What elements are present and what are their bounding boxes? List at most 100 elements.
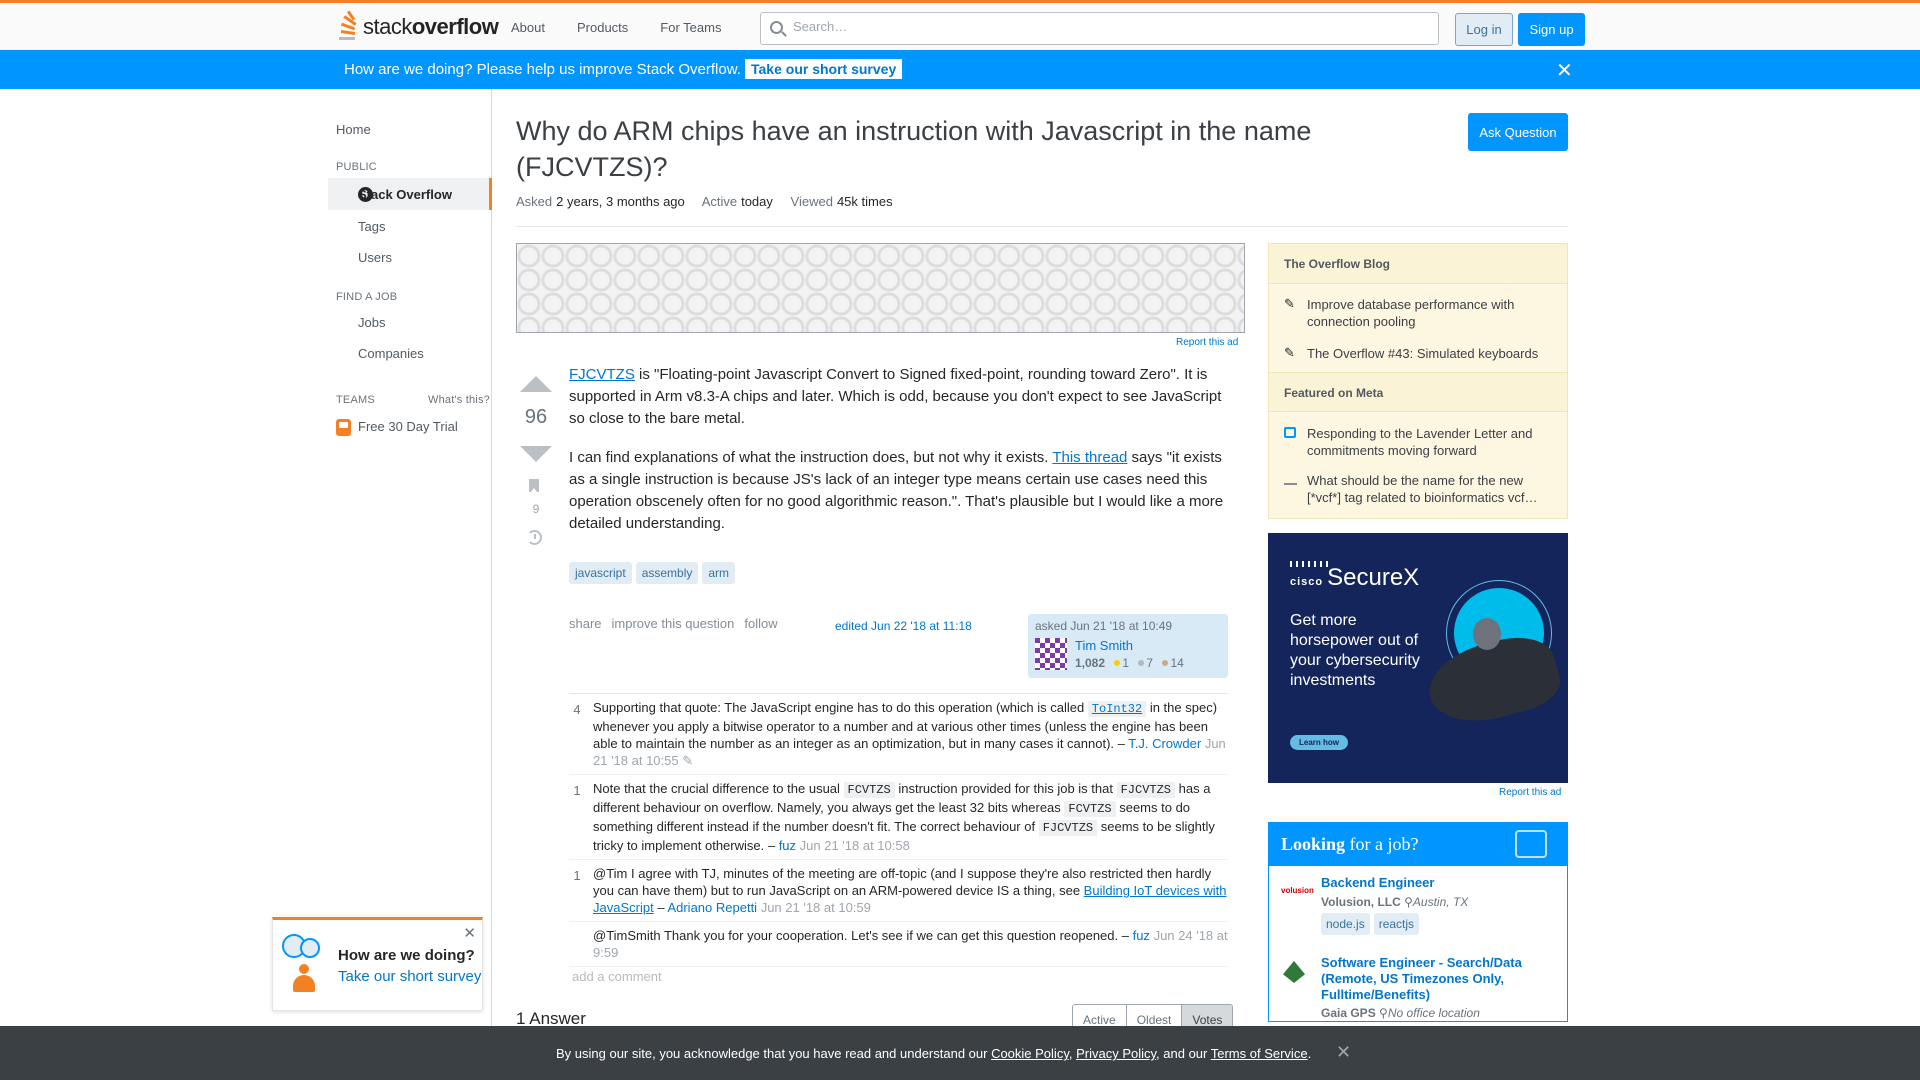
comment-user[interactable]: Adriano Repetti [667, 900, 757, 915]
login-button[interactable]: Log in [1455, 13, 1513, 46]
toint32-link[interactable]: ToInt32 [1087, 701, 1147, 717]
whats-this-link[interactable]: What's this? [428, 394, 490, 406]
sidebar-item-users[interactable]: Users [358, 250, 392, 265]
post-menu: share improve this question follow [569, 616, 788, 631]
owner-reputation: 1,082 1 7 14 [1075, 656, 1184, 670]
upvote-arrow-icon[interactable] [520, 376, 552, 392]
learn-how-button[interactable]: Learn how [1290, 735, 1349, 750]
search-input[interactable] [793, 19, 1413, 34]
blog-item[interactable]: The Overflow #43: Simulated keyboards [1307, 345, 1547, 362]
person-icon [293, 964, 315, 992]
blog-heading: The Overflow Blog [1269, 244, 1567, 284]
location-pin-icon: ⚲ [1379, 1006, 1388, 1020]
tag-javascript[interactable]: javascript [569, 562, 632, 584]
stack-logo-icon [335, 10, 361, 43]
search-box[interactable] [760, 12, 1439, 45]
edited-link[interactable]: edited Jun 22 '18 at 11:18 [835, 619, 972, 633]
feedback-card: ✕ How are we doing? Take our short surve… [272, 917, 483, 1011]
cisco-copy: Get more horsepower out of your cybersec… [1290, 612, 1420, 689]
survey-banner-link[interactable]: Take our short survey [745, 59, 903, 79]
cisco-ad[interactable]: cisco SecureX Get more horsepower out of … [1268, 533, 1568, 783]
overflow-blog-widget: The Overflow Blog ✎ Improve database per… [1268, 243, 1568, 519]
meta-item[interactable]: What should be the name for the new [*vc… [1307, 472, 1547, 506]
close-icon[interactable]: ✕ [1556, 58, 1573, 83]
follow-link[interactable]: follow [744, 616, 777, 631]
blog-item[interactable]: Improve database performance with connec… [1307, 296, 1547, 330]
question-title[interactable]: Why do ARM chips have an instruction wit… [516, 113, 1336, 185]
gold-badge-icon [1114, 660, 1121, 666]
report-ad-link[interactable]: Report this ad [1176, 337, 1238, 348]
terms-link[interactable]: Terms of Service [1211, 1046, 1308, 1061]
avatar[interactable] [1035, 638, 1067, 670]
meta-heading: Featured on Meta [1269, 372, 1567, 412]
chat-icon [1284, 427, 1296, 438]
bronze-badge-icon [1162, 660, 1169, 666]
logo-text: stackoverflow [363, 14, 499, 39]
ask-question-button[interactable]: Ask Question [1468, 113, 1568, 151]
job-company: Volusion, LLC ⚲Austin, TX [1321, 895, 1469, 909]
history-icon[interactable] [527, 530, 542, 545]
feedback-survey-link[interactable]: Take our short survey [338, 968, 481, 985]
nav-products[interactable]: Products [564, 12, 641, 43]
comment-user[interactable]: fuz [779, 838, 796, 853]
share-link[interactable]: share [569, 616, 602, 631]
company-logo: volusion [1281, 886, 1314, 895]
tag-assembly[interactable]: assembly [635, 562, 699, 584]
ad-banner[interactable] [516, 243, 1245, 333]
rider-image [1473, 618, 1501, 650]
privacy-policy-link[interactable]: Privacy Policy [1076, 1046, 1156, 1061]
owner-name[interactable]: Tim Smith [1075, 638, 1133, 653]
viewed-label: Viewed [790, 194, 833, 209]
sidebar-item-home[interactable]: Home [336, 122, 371, 137]
job-title[interactable]: Software Engineer - Search/Data (Remote,… [1321, 955, 1556, 1003]
pencil-icon: ✎ [1284, 345, 1295, 360]
improve-question-link[interactable]: improve this question [612, 616, 735, 631]
comment-user[interactable]: fuz [1133, 928, 1150, 943]
pencil-icon: ✎ [682, 753, 694, 768]
downvote-arrow-icon[interactable] [520, 446, 552, 462]
report-ad-link[interactable]: Report this ad [1499, 787, 1561, 798]
signup-button[interactable]: Sign up [1518, 13, 1585, 46]
nav-about[interactable]: About [498, 12, 558, 43]
tag-arm[interactable]: arm [702, 562, 736, 584]
location-pin-icon: ⚲ [1404, 895, 1413, 909]
comment-date[interactable]: Jun 21 '18 at 10:59 [761, 900, 871, 915]
sidebar-item-companies[interactable]: Companies [358, 346, 424, 361]
nav-for-teams[interactable]: For Teams [647, 12, 734, 43]
sidebar-item-free-trial[interactable]: Free 30 Day Trial [358, 419, 458, 434]
fjcvtzs-link[interactable]: FJCVTZS [569, 366, 635, 383]
thread-link[interactable]: This thread [1052, 449, 1127, 466]
meta-item[interactable]: Responding to the Lavender Letter and co… [1307, 425, 1547, 459]
question-paragraph-1: FJCVTZS is "Floating-point Javascript Co… [569, 366, 1222, 427]
stackoverflow-logo[interactable]: stackoverflow [335, 10, 499, 43]
question-meta: Asked 2 years, 3 months ago Active today V… [516, 194, 907, 209]
cookie-policy-link[interactable]: Cookie Policy [991, 1046, 1069, 1061]
comment: 1 Note that the crucial difference to th… [569, 775, 1228, 860]
feedback-question: How are we doing? [338, 947, 475, 964]
sidebar-item-stack-overflow[interactable]: Stack Overflow [328, 178, 492, 210]
close-icon[interactable]: ✕ [463, 924, 476, 942]
sidebar-item-jobs[interactable]: Jobs [358, 315, 385, 330]
active-value[interactable]: today [741, 194, 773, 209]
comment-user[interactable]: T.J. Crowder [1128, 736, 1201, 751]
close-icon[interactable]: ✕ [1336, 1042, 1351, 1063]
comment-date[interactable]: Jun 21 '18 at 10:58 [800, 838, 910, 853]
tag-reactjs[interactable]: reactjs [1373, 913, 1420, 935]
pencil-icon: ✎ [1284, 296, 1295, 311]
jobs-widget: Looking for a job? volusion Backend Engi… [1268, 822, 1568, 1022]
bookmark-icon[interactable] [529, 479, 539, 492]
stack-icon [1284, 472, 1297, 485]
viewed-value: 45k times [836, 194, 893, 209]
job-title[interactable]: Backend Engineer [1321, 875, 1556, 891]
tag-nodejs[interactable]: node.js [1321, 913, 1370, 935]
comments-list: 4 Supporting that quote: The JavaScript … [569, 693, 1228, 967]
active-label: Active [701, 194, 738, 209]
sidebar-item-tags[interactable]: Tags [358, 219, 385, 234]
comment: @TimSmith Thank you for your cooperation… [569, 922, 1228, 967]
cookie-banner: By using our site, you acknowledge that … [0, 1026, 1920, 1080]
add-comment-link[interactable]: add a comment [572, 969, 662, 984]
comment-score: 1 [573, 868, 581, 883]
cookie-text: By using our site, you acknowledge that … [556, 1046, 1312, 1061]
survey-banner-text: How are we doing? Please help us improve… [344, 61, 741, 78]
jobs-illustration-icon [1515, 830, 1547, 858]
